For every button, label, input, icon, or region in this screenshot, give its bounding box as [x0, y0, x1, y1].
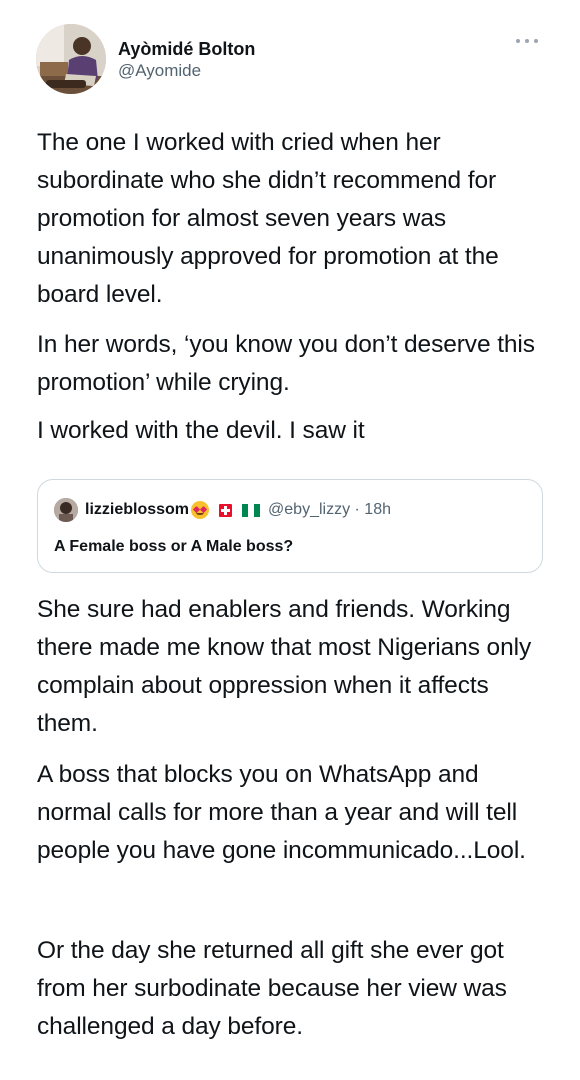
- tweet-paragraph-4: She sure had enablers and friends. Worki…: [37, 596, 532, 737]
- quoted-tweet[interactable]: lizzieblossom @eby_lizzy · 18h A Female …: [37, 479, 543, 573]
- heart-eyes-emoji-icon: [191, 501, 210, 519]
- tweet-paragraph-5: A boss that blocks you on WhatsApp and n…: [37, 761, 526, 864]
- tweet-paragraph-2: In her words, ‘you know you don’t deserv…: [37, 331, 535, 396]
- tweet-header: Ayòmidé Bolton @Ayomide: [36, 24, 546, 96]
- author-avatar[interactable]: [36, 24, 106, 94]
- switzerland-flag-icon: [219, 503, 233, 517]
- quoted-author-handle-time: @eby_lizzy · 18h: [268, 501, 391, 518]
- author-name[interactable]: Ayòmidé Bolton: [118, 38, 255, 60]
- more-options-icon[interactable]: [516, 36, 538, 46]
- tweet-paragraph-1: The one I worked with cried when her sub…: [37, 129, 499, 308]
- quoted-tweet-text: A Female boss or A Male boss?: [54, 538, 294, 555]
- nigeria-flag-icon: [242, 503, 261, 517]
- author-handle[interactable]: @Ayomide: [118, 60, 255, 82]
- author-info: Ayòmidé Bolton @Ayomide: [118, 38, 255, 82]
- quoted-author-avatar[interactable]: [54, 498, 78, 522]
- quoted-author-name[interactable]: lizzieblossom: [85, 501, 189, 519]
- tweet-paragraph-3: I worked with the devil. I saw it: [37, 417, 365, 444]
- quoted-tweet-header: lizzieblossom @eby_lizzy · 18h: [54, 498, 391, 522]
- tweet: Ayòmidé Bolton @Ayomide The one I worked…: [0, 0, 580, 1080]
- tweet-paragraph-6: Or the day she returned all gift she eve…: [37, 937, 507, 1040]
